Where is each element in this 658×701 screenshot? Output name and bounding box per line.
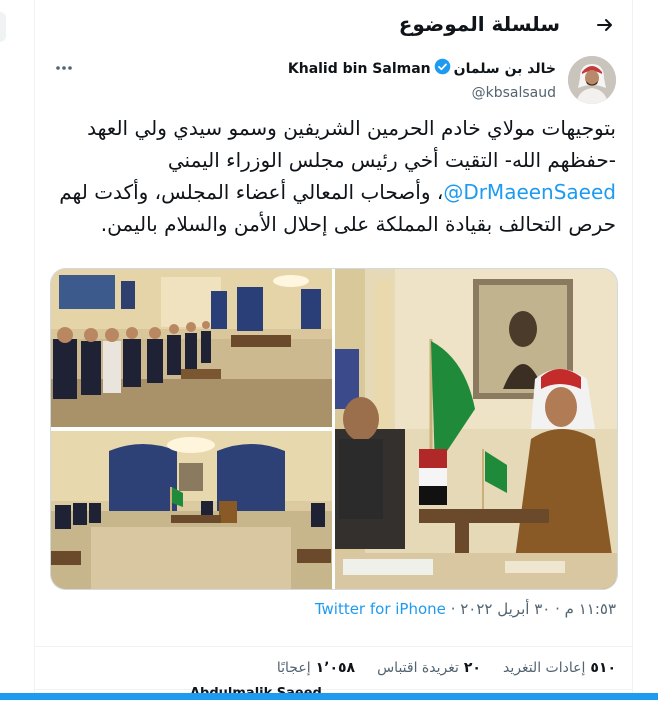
author-name-en[interactable]: Khalid bin Salman bbox=[288, 61, 431, 77]
quotes-label: تغريدة اقتباس bbox=[377, 660, 459, 676]
likes-count: ١٬٠٥٨ bbox=[315, 660, 356, 676]
tweet-meta: ١١:٥٣ م · ٣٠ أبريل ٢٠٢٢ · Twitter for iP… bbox=[50, 600, 616, 630]
arrow-right-icon[interactable] bbox=[594, 14, 616, 36]
tweet-date[interactable]: ٣٠ أبريل ٢٠٢٢ bbox=[460, 600, 550, 618]
meta-separator: · bbox=[450, 600, 456, 618]
tweet-text: بتوجيهات مولاي خادم الحرمين الشريفين وسم… bbox=[50, 112, 616, 240]
mention-link[interactable]: @DrMaeenSaeed bbox=[443, 176, 616, 208]
retweets-count: ٥١٠ bbox=[590, 660, 616, 676]
retweets-stat[interactable]: ٥١٠إعادات التغريد bbox=[503, 660, 616, 676]
tweet-source[interactable]: Twitter for iPhone bbox=[315, 600, 446, 618]
likes-label: إعجابًا bbox=[276, 660, 311, 676]
right-column-edge bbox=[632, 0, 658, 700]
meta-separator: · bbox=[555, 600, 560, 618]
author-handle[interactable]: @kbsalsaud bbox=[288, 85, 556, 101]
photo-meeting-closeup[interactable] bbox=[335, 269, 617, 589]
left-column-edge bbox=[0, 0, 35, 700]
author-name-ar[interactable]: خالد بن سلمان bbox=[454, 61, 556, 77]
thread-header: سلسلة الموضوع bbox=[34, 0, 632, 52]
nav-edge-indicator bbox=[0, 12, 6, 42]
likes-stat[interactable]: ١٬٠٥٨إعجابًا bbox=[277, 660, 355, 676]
avatar[interactable] bbox=[568, 56, 616, 104]
quotes-count: ٢٠ bbox=[463, 660, 481, 676]
author-names: Khalid bin Salman خالد بن سلمان @kbsalsa… bbox=[288, 58, 556, 101]
bottom-accent-bar bbox=[0, 693, 658, 700]
verified-badge-icon bbox=[434, 58, 451, 79]
photo-majlis-wide[interactable] bbox=[51, 431, 332, 589]
photo-delegation-seated[interactable] bbox=[51, 269, 332, 427]
tweet-author: Khalid bin Salman خالد بن سلمان @kbsalsa… bbox=[34, 52, 632, 108]
retweets-label: إعادات التغريد bbox=[502, 660, 586, 676]
tweet-media-grid bbox=[50, 268, 618, 590]
tweet-text-part: بتوجيهات مولاي خادم الحرمين الشريفين وسم… bbox=[87, 116, 616, 172]
page-title: سلسلة الموضوع bbox=[398, 12, 560, 36]
quotes-stat[interactable]: ٢٠تغريدة اقتباس bbox=[377, 660, 481, 676]
tweet-stats: ٥١٠إعادات التغريد ٢٠تغريدة اقتباس ١٬٠٥٨إ… bbox=[34, 646, 632, 690]
tweet-time[interactable]: ١١:٥٣ م bbox=[565, 600, 616, 618]
more-dots-icon[interactable] bbox=[54, 58, 74, 82]
